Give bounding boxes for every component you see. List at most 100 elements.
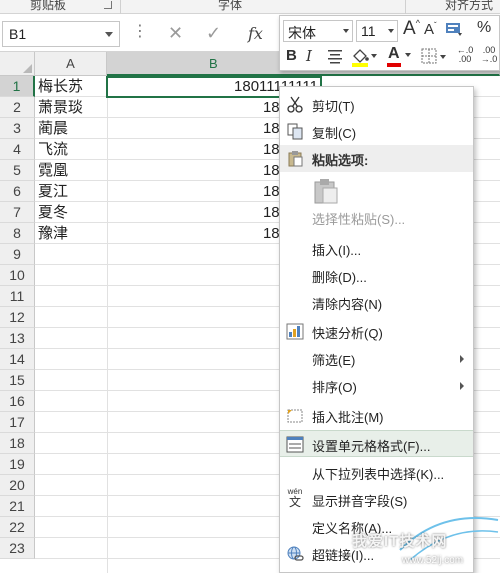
- decrease-decimal-button[interactable]: .00 →.0: [478, 46, 500, 68]
- shrink-font-button[interactable]: Aˇ: [424, 21, 437, 38]
- font-name-select[interactable]: 宋体: [283, 20, 353, 42]
- font-size-select[interactable]: 11: [356, 20, 398, 42]
- chevron-down-icon[interactable]: [105, 32, 113, 37]
- grow-font-button[interactable]: A^: [403, 18, 420, 40]
- align-center-icon[interactable]: [326, 48, 344, 64]
- row-header[interactable]: 21: [0, 496, 35, 517]
- row-header[interactable]: 22: [0, 517, 35, 538]
- font-size-value: 11: [361, 23, 376, 39]
- row-header[interactable]: 1: [0, 76, 35, 97]
- confirm-icon[interactable]: ✓: [206, 23, 221, 44]
- paste-icon: [286, 150, 304, 167]
- shrink-font-icon: A: [424, 21, 435, 38]
- cancel-icon[interactable]: ✕: [168, 23, 183, 44]
- cell-a[interactable]: 蔺晨: [38, 118, 106, 139]
- menu-item-label: 粘贴选项:: [312, 153, 369, 168]
- menu-header-paste-options: 粘贴选项:: [280, 145, 473, 172]
- menu-item-label: 从下拉列表中选择(K)...: [312, 467, 445, 482]
- menu-item-cut[interactable]: 剪切(T): [280, 91, 473, 118]
- menu-item-copy[interactable]: 复制(C): [280, 118, 473, 145]
- menu-item-label: 快速分析(Q): [312, 326, 383, 341]
- row-header[interactable]: 20: [0, 475, 35, 496]
- row-header[interactable]: 3: [0, 118, 35, 139]
- menu-item-label: 清除内容(N): [312, 297, 383, 312]
- row-header[interactable]: 18: [0, 433, 35, 454]
- row-header[interactable]: 15: [0, 370, 35, 391]
- row-header[interactable]: 5: [0, 160, 35, 181]
- row-header[interactable]: 6: [0, 181, 35, 202]
- row-header[interactable]: 19: [0, 454, 35, 475]
- name-box-value: B1: [9, 26, 27, 42]
- paste-option-icon[interactable]: [312, 178, 340, 204]
- row-header[interactable]: 16: [0, 391, 35, 412]
- column-header-a[interactable]: A: [35, 52, 107, 76]
- ribbon-group-clipboard: 剪贴板: [30, 0, 67, 12]
- borders-button[interactable]: [420, 47, 448, 67]
- menu-item-insert[interactable]: 插入(I)...: [280, 235, 473, 262]
- menu-item-paste-special[interactable]: 选择性粘贴(S)...: [280, 204, 473, 231]
- percent-style-button[interactable]: %: [477, 19, 491, 37]
- insert-function-button[interactable]: fx: [248, 24, 263, 43]
- increase-decimal-icon: ←.0.00: [456, 45, 474, 64]
- ribbon-divider: [120, 0, 121, 14]
- borders-icon: [421, 48, 446, 64]
- clipboard-launcher-icon[interactable]: [104, 1, 112, 9]
- menu-item-label: 插入批注(M): [312, 410, 384, 425]
- cell-a[interactable]: 飞流: [38, 139, 106, 160]
- comment-icon: [286, 407, 304, 424]
- italic-button[interactable]: I: [306, 47, 312, 65]
- name-box[interactable]: B1: [2, 21, 120, 47]
- row-header[interactable]: 12: [0, 307, 35, 328]
- menu-item-format-cells[interactable]: 设置单元格格式(F)...: [280, 430, 473, 457]
- row-header[interactable]: 13: [0, 328, 35, 349]
- font-color-icon: A: [388, 45, 400, 62]
- increase-decimal-button[interactable]: ←.0.00: [454, 46, 476, 68]
- menu-item-clear-contents[interactable]: 清除内容(N): [280, 289, 473, 316]
- menu-item-label: 显示拼音字段(S): [312, 494, 408, 509]
- row-header[interactable]: 10: [0, 265, 35, 286]
- cell-a[interactable]: 萧景琰: [38, 97, 106, 118]
- row-header[interactable]: 11: [0, 286, 35, 307]
- select-all-button[interactable]: [0, 52, 35, 76]
- menu-item-pick-from-list[interactable]: 从下拉列表中选择(K)...: [280, 459, 473, 486]
- chevron-right-icon: [460, 382, 464, 390]
- row-header[interactable]: 8: [0, 223, 35, 244]
- cell-a[interactable]: 梅长苏: [38, 76, 106, 97]
- column-header-b-label: B: [209, 56, 218, 71]
- pinyin-icon: wén 文: [287, 487, 303, 509]
- row-header[interactable]: 4: [0, 139, 35, 160]
- cell-a[interactable]: 豫津: [38, 223, 106, 244]
- cell-a[interactable]: 霓凰: [38, 160, 106, 181]
- cell-a[interactable]: 夏江: [38, 181, 106, 202]
- bold-button[interactable]: B: [286, 47, 297, 64]
- row-header[interactable]: 14: [0, 349, 35, 370]
- hyperlink-icon: [286, 545, 304, 562]
- font-color-button[interactable]: A: [386, 45, 414, 67]
- watermark-text: 我爱IT技术网: [352, 533, 448, 550]
- menu-item-show-pinyin[interactable]: wén 文 显示拼音字段(S): [280, 486, 473, 513]
- fill-color-button[interactable]: [350, 46, 378, 68]
- chevron-down-icon: [343, 29, 349, 33]
- ribbon-divider: [405, 0, 406, 14]
- row-header[interactable]: 23: [0, 538, 35, 559]
- row-header[interactable]: 7: [0, 202, 35, 223]
- menu-item-sort[interactable]: 排序(O): [280, 372, 473, 399]
- menu-item-insert-comment[interactable]: 插入批注(M): [280, 402, 473, 429]
- format-style-icon[interactable]: [444, 20, 464, 38]
- menu-item-delete[interactable]: 删除(D)...: [280, 262, 473, 289]
- ribbon-group-labels: 剪贴板 字体 对齐方式: [0, 0, 500, 14]
- quick-analysis-icon: [286, 323, 304, 340]
- more-vertical-icon[interactable]: ⋮: [132, 24, 148, 40]
- row-header[interactable]: 2: [0, 97, 35, 118]
- menu-item-label: 插入(I)...: [312, 243, 362, 258]
- menu-item-filter[interactable]: 筛选(E): [280, 345, 473, 372]
- paint-bucket-icon: [352, 49, 377, 67]
- chevron-right-icon: [460, 355, 464, 363]
- row-header[interactable]: 17: [0, 412, 35, 433]
- font-name-value: 宋体: [288, 25, 316, 41]
- cell-a[interactable]: 夏冬: [38, 202, 106, 223]
- ribbon-group-font: 字体: [218, 0, 243, 12]
- menu-item-quick-analysis[interactable]: 快速分析(Q): [280, 318, 473, 345]
- row-header[interactable]: 9: [0, 244, 35, 265]
- chevron-down-icon: [405, 53, 411, 57]
